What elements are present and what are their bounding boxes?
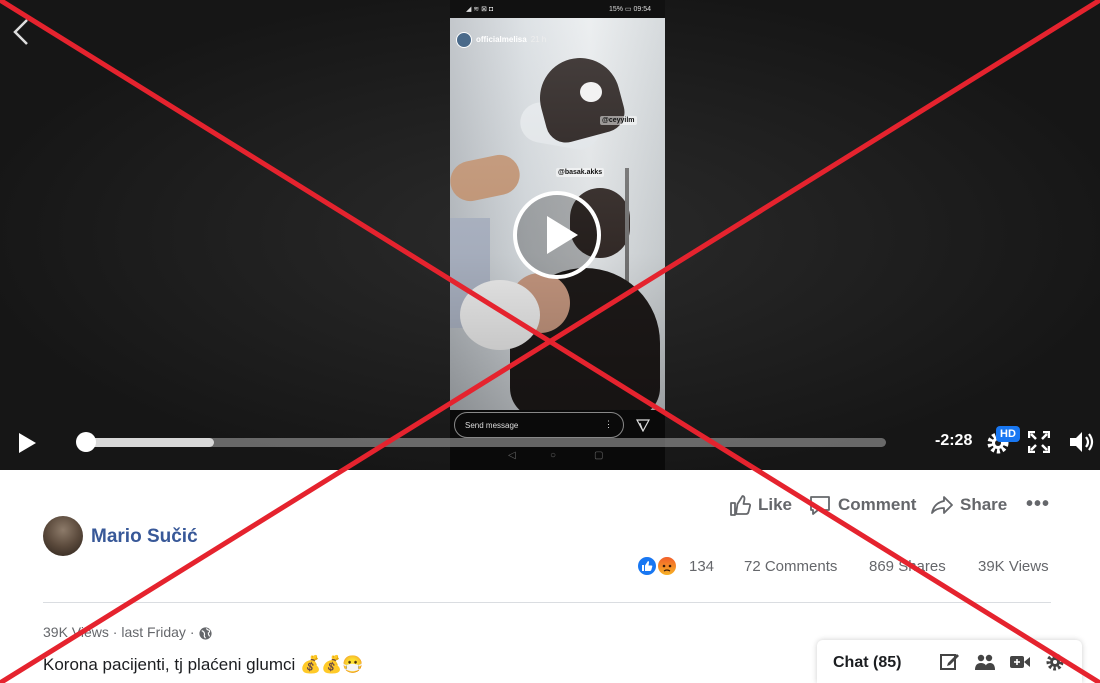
group-contacts-icon[interactable] — [974, 652, 996, 672]
share-arrow-icon — [931, 496, 953, 514]
phone-battery-time: 15% ▭ 09:54 — [608, 6, 651, 13]
video-call-icon[interactable] — [1009, 652, 1031, 672]
post-stats: 134 72 Comments 869 Shares 39K Views — [636, 555, 1056, 579]
story-avatar — [456, 32, 472, 48]
video-controls: -2:28 HD — [0, 420, 1100, 465]
divider — [43, 602, 1051, 603]
video-player[interactable]: ◢ ≋ ⊠ ◘ 15% ▭ 09:54 officialmelisa 21 h @… — [0, 0, 1100, 470]
like-reaction-icon[interactable] — [636, 555, 658, 577]
back-arrow-icon[interactable] — [10, 16, 32, 48]
phone-signal-indicators: ◢ ≋ ⊠ ◘ — [466, 6, 494, 13]
angry-reaction-icon[interactable] — [656, 555, 678, 577]
post-caption: Korona pacijenti, tj plaćeni glumci 💰💰😷 — [43, 655, 364, 674]
like-button[interactable]: Like — [728, 493, 792, 521]
avatar[interactable] — [43, 516, 83, 556]
play-overlay-icon[interactable] — [512, 190, 602, 280]
share-button[interactable]: Share — [930, 493, 1007, 521]
comment-button[interactable]: Comment — [808, 493, 916, 521]
meta-views: 39K Views — [43, 624, 109, 640]
chat-settings-icon[interactable] — [1044, 652, 1066, 672]
progress-fill — [86, 438, 214, 447]
globe-icon — [199, 627, 212, 640]
shares-count[interactable]: 869 Shares — [869, 558, 946, 575]
hd-badge: HD — [996, 426, 1020, 442]
time-remaining: -2:28 — [935, 432, 973, 449]
comments-count[interactable]: 72 Comments — [744, 558, 837, 575]
play-icon[interactable] — [17, 432, 37, 454]
more-options-button[interactable]: ••• — [1026, 493, 1050, 516]
phone-status-bar: ◢ ≋ ⊠ ◘ 15% ▭ 09:54 — [450, 0, 665, 18]
views-count: 39K Views — [978, 558, 1049, 575]
thumbs-up-icon — [730, 495, 751, 516]
facebook-video-page: ◢ ≋ ⊠ ◘ 15% ▭ 09:54 officialmelisa 21 h @… — [0, 0, 1100, 683]
comment-bubble-icon — [810, 496, 830, 515]
chat-bar[interactable]: Chat (85) — [817, 640, 1082, 683]
post-meta: 39K Views · last Friday · — [43, 624, 213, 641]
story-tag: @basak.akks — [556, 168, 605, 177]
fullscreen-icon[interactable] — [1028, 431, 1050, 453]
progress-bar[interactable] — [76, 432, 886, 452]
chat-label[interactable]: Chat (85) — [833, 654, 901, 672]
compose-icon[interactable] — [939, 652, 961, 672]
author-name[interactable]: Mario Sučić — [91, 526, 198, 548]
progress-knob[interactable] — [76, 432, 96, 452]
story-tag: @ceyyilm — [600, 116, 637, 125]
post-time[interactable]: last Friday — [121, 624, 186, 640]
reactions-count[interactable]: 134 — [689, 558, 714, 575]
story-username: officialmelisa 21 h — [456, 32, 546, 48]
volume-icon[interactable] — [1068, 430, 1096, 454]
